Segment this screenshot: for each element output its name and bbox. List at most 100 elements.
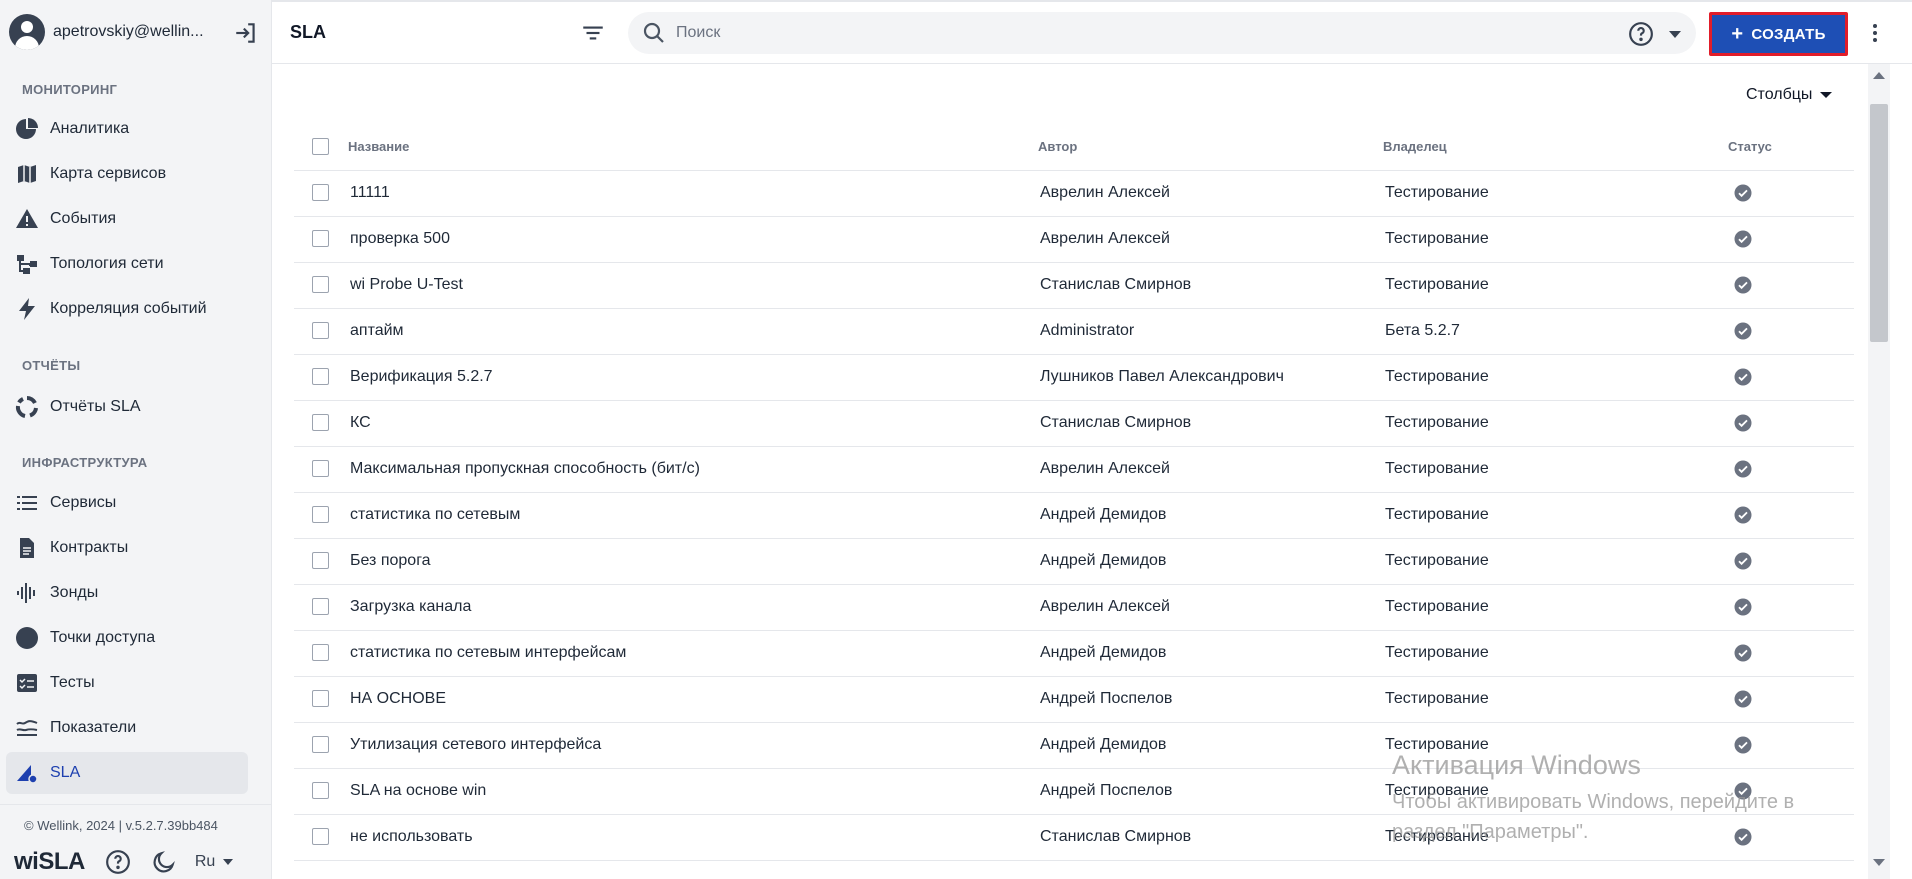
sla-table: Название Автор Владелец Статус 11111 Авре… xyxy=(294,124,1854,861)
sidebar-item-correlation[interactable]: Корреляция событий xyxy=(6,288,248,330)
cell-name[interactable]: статистика по сетевым интерфейсам xyxy=(348,630,1038,677)
row-checkbox[interactable] xyxy=(312,368,329,386)
search-help-icon[interactable] xyxy=(1628,21,1654,47)
row-checkbox[interactable] xyxy=(312,276,329,294)
status-check-icon xyxy=(1734,552,1752,570)
cell-name[interactable]: КС xyxy=(348,400,1038,447)
create-button[interactable]: + СОЗДАТЬ xyxy=(1709,12,1848,56)
cell-name[interactable]: wi Probe U-Test xyxy=(348,262,1038,309)
cell-name[interactable]: Без порога xyxy=(348,538,1038,585)
table-row[interactable]: проверка 500 Аврелин Алексей Тестирование xyxy=(294,216,1854,263)
table-row[interactable]: статистика по сетевым Андрей Демидов Тести… xyxy=(294,492,1854,539)
sidebar-item-label: Карта сервисов xyxy=(50,165,167,182)
sidebar: apetrovskiy@wellin... МОНИТОРИНГ Аналити… xyxy=(0,0,272,879)
user-name[interactable]: apetrovskiy@wellin... xyxy=(53,23,223,41)
cell-name[interactable]: не использовать xyxy=(348,814,1038,861)
header-author[interactable]: Автор xyxy=(1038,124,1383,171)
table-row[interactable]: статистика по сетевым интерфейсам Андрей … xyxy=(294,630,1854,677)
row-checkbox[interactable] xyxy=(312,414,329,432)
row-checkbox[interactable] xyxy=(312,184,329,202)
row-checkbox[interactable] xyxy=(312,828,329,846)
header-name[interactable]: Название xyxy=(348,124,1038,171)
table-row[interactable]: Верификация 5.2.7 Лушников Павел Александ… xyxy=(294,354,1854,401)
sidebar-item-services[interactable]: Сервисы xyxy=(6,482,248,524)
scrollbar[interactable] xyxy=(1868,64,1890,879)
search-input[interactable] xyxy=(676,21,1576,45)
sidebar-item-analytics[interactable]: Аналитика xyxy=(6,108,248,150)
map-icon xyxy=(14,161,40,187)
cell-name[interactable]: Утилизация сетевого интерфейса xyxy=(348,722,1038,769)
logout-icon[interactable] xyxy=(233,20,259,46)
row-checkbox[interactable] xyxy=(312,460,329,478)
cell-author: Станислав Смирнов xyxy=(1038,814,1383,861)
row-checkbox[interactable] xyxy=(312,644,329,662)
table-row[interactable]: Без порога Андрей Демидов Тестирование xyxy=(294,538,1854,585)
cell-name[interactable]: Загрузка канала xyxy=(348,584,1038,631)
cell-name[interactable]: статистика по сетевым xyxy=(348,492,1038,539)
cell-name[interactable]: проверка 500 xyxy=(348,216,1038,263)
table-row[interactable]: 11111 Аврелин Алексей Тестирование xyxy=(294,170,1854,217)
cell-name[interactable]: аптайм xyxy=(348,308,1038,355)
language-select[interactable]: Ru xyxy=(195,853,235,871)
sidebar-item-access-points[interactable]: Точки доступа xyxy=(6,617,248,659)
status-check-icon xyxy=(1734,598,1752,616)
header-owner[interactable]: Владелец xyxy=(1383,124,1728,171)
table-row[interactable]: wi Probe U-Test Станислав Смирнов Тестиров… xyxy=(294,262,1854,309)
table-row[interactable]: аптайм Administrator Бета 5.2.7 xyxy=(294,308,1854,355)
table-row[interactable]: КС Станислав Смирнов Тестирование xyxy=(294,400,1854,447)
sidebar-item-topology[interactable]: Топология сети xyxy=(6,243,248,285)
columns-label: Столбцы xyxy=(1746,86,1813,103)
dark-mode-icon[interactable] xyxy=(151,849,177,875)
help-icon[interactable] xyxy=(105,849,131,875)
table-header-row: Название Автор Владелец Статус xyxy=(294,124,1854,171)
sidebar-item-label: SLA xyxy=(50,764,81,781)
sidebar-item-events[interactable]: События xyxy=(6,198,248,240)
row-checkbox[interactable] xyxy=(312,782,329,800)
row-checkbox[interactable] xyxy=(312,736,329,754)
caret-down-icon xyxy=(1820,92,1833,98)
table-row[interactable]: НА ОСНОВЕ Андрей Поспелов Тестирование xyxy=(294,676,1854,723)
filter-icon[interactable] xyxy=(580,20,606,46)
cell-name[interactable]: Максимальная пропускная способность (бит… xyxy=(348,446,1038,493)
row-checkbox[interactable] xyxy=(312,506,329,524)
row-checkbox[interactable] xyxy=(312,552,329,570)
table-row[interactable]: Загрузка канала Аврелин Алексей Тестирован… xyxy=(294,584,1854,631)
row-checkbox[interactable] xyxy=(312,322,329,340)
scroll-down-arrow[interactable] xyxy=(1873,859,1885,866)
sidebar-item-probes[interactable]: Зонды xyxy=(6,572,248,614)
sidebar-item-metrics[interactable]: Показатели xyxy=(6,707,248,749)
bolt-icon xyxy=(14,296,40,322)
cell-owner: Тестирование xyxy=(1383,584,1728,631)
cell-author: Андрей Демидов xyxy=(1038,630,1383,677)
metrics-icon xyxy=(14,715,40,741)
select-all-checkbox[interactable] xyxy=(312,138,329,156)
sidebar-item-sla[interactable]: SLA xyxy=(6,752,248,794)
sidebar-item-contracts[interactable]: Контракты xyxy=(6,527,248,569)
avatar-icon[interactable] xyxy=(9,14,45,50)
search-dropdown-icon[interactable] xyxy=(1668,27,1682,41)
row-checkbox[interactable] xyxy=(312,598,329,616)
header-status[interactable]: Статус xyxy=(1728,124,1854,171)
table-row[interactable]: Максимальная пропускная способность (бит… xyxy=(294,446,1854,493)
cell-name[interactable]: 11111 xyxy=(348,170,1038,217)
table-row[interactable]: Утилизация сетевого интерфейса Андрей Дем… xyxy=(294,722,1854,769)
scroll-thumb[interactable] xyxy=(1870,104,1888,342)
columns-button[interactable]: Столбцы xyxy=(1746,86,1833,104)
status-check-icon xyxy=(1734,690,1752,708)
table-row[interactable]: не использовать Станислав Смирнов Тестиров… xyxy=(294,814,1854,861)
more-menu-icon[interactable] xyxy=(1870,22,1880,48)
scroll-up-arrow[interactable] xyxy=(1873,72,1885,79)
sidebar-item-label: Аналитика xyxy=(50,120,130,137)
row-checkbox[interactable] xyxy=(312,690,329,708)
cell-name[interactable]: Верификация 5.2.7 xyxy=(348,354,1038,401)
cell-name[interactable]: НА ОСНОВЕ xyxy=(348,676,1038,723)
cell-name[interactable]: SLA на основе win xyxy=(348,768,1038,815)
cell-owner: Тестирование xyxy=(1383,446,1728,493)
row-checkbox[interactable] xyxy=(312,230,329,248)
table-row[interactable]: SLA на основе win Андрей Поспелов Тестиров… xyxy=(294,768,1854,815)
sidebar-item-tests[interactable]: Тесты xyxy=(6,662,248,704)
sidebar-item-service-map[interactable]: Карта сервисов xyxy=(6,153,248,195)
page-title: SLA xyxy=(290,22,326,42)
cell-owner: Бета 5.2.7 xyxy=(1383,308,1728,355)
sidebar-item-sla-reports[interactable]: Отчёты SLA xyxy=(6,386,248,428)
